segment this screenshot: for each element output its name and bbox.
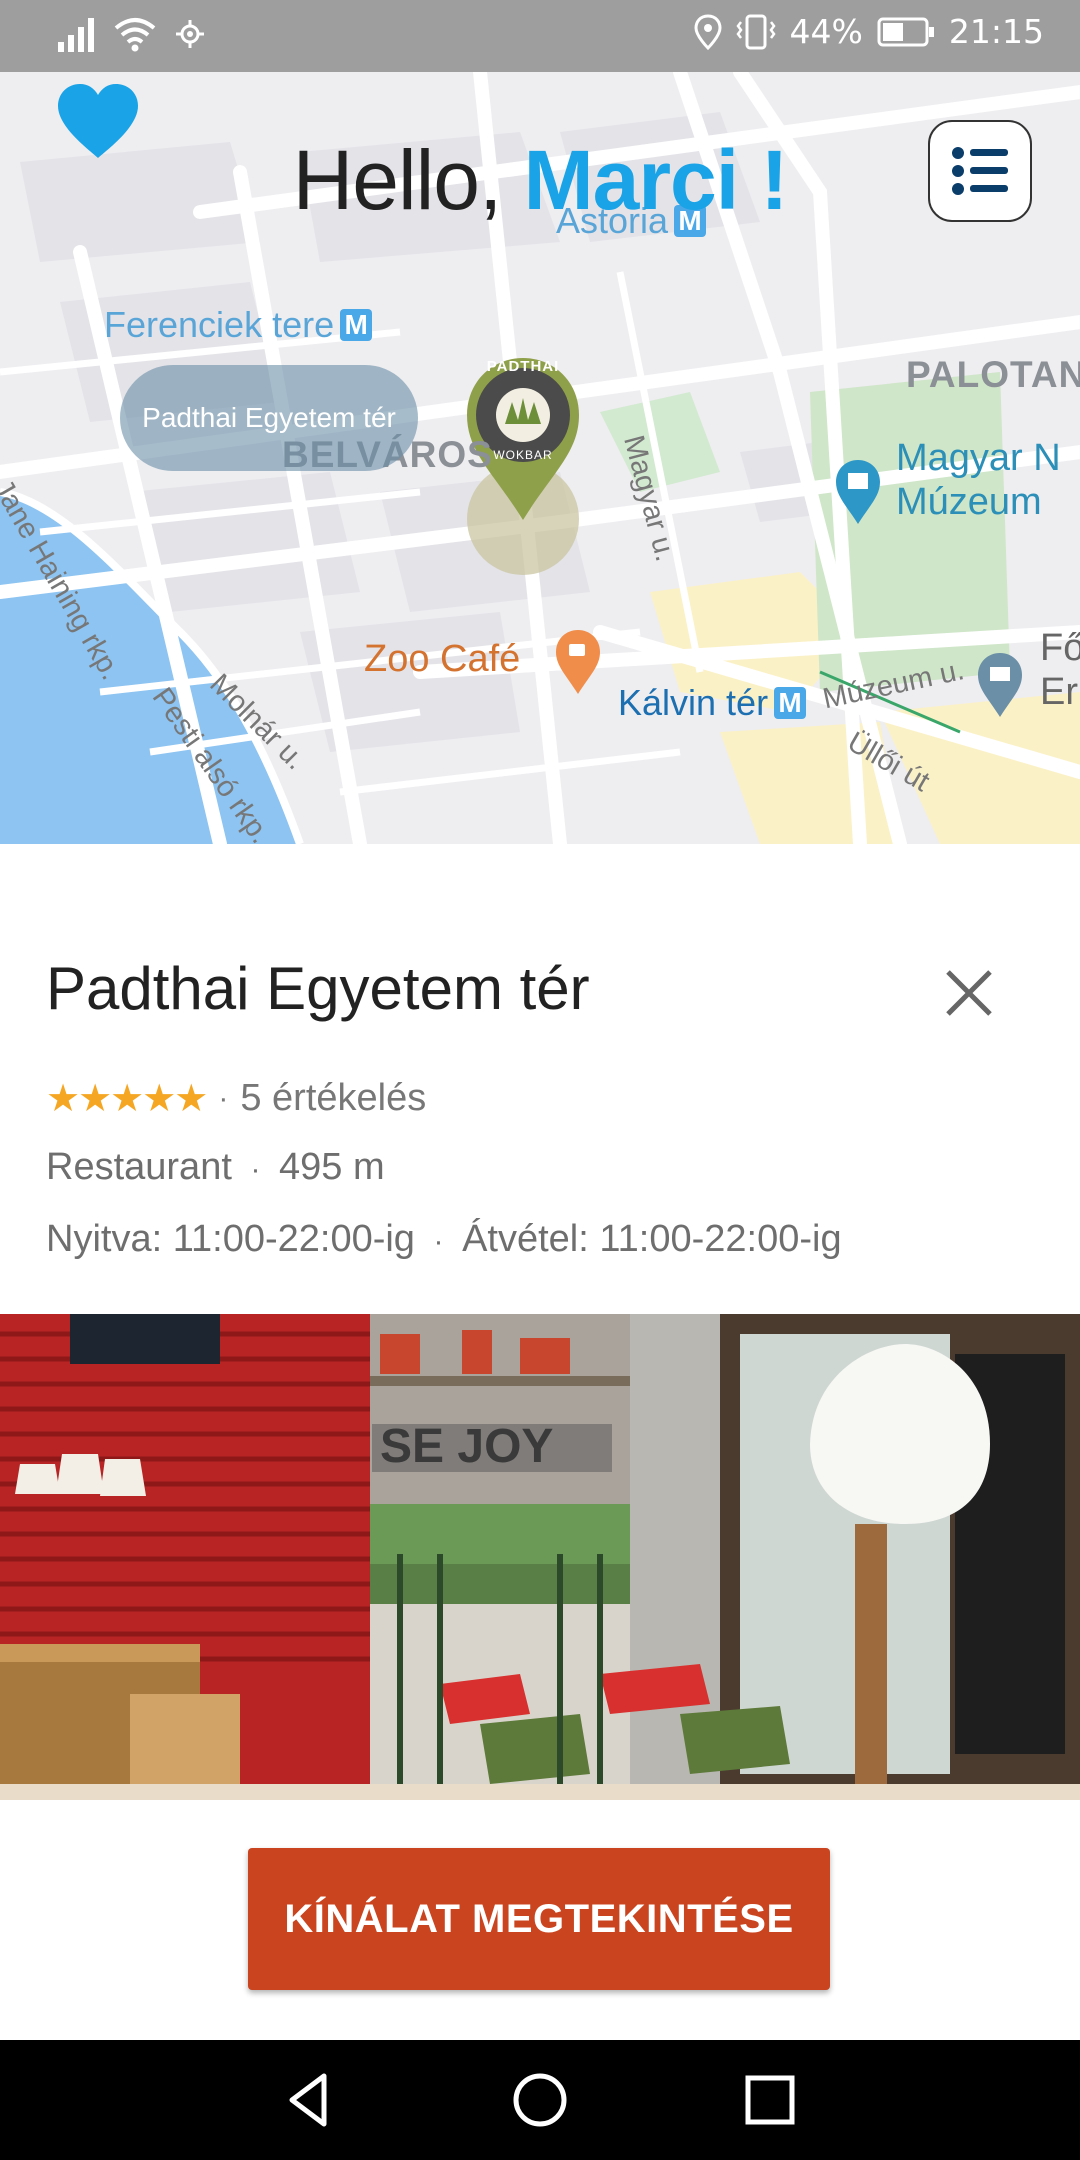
restaurant-photo-illustration: SE JOY: [0, 1314, 1080, 1800]
status-bar: 44% 21:15: [0, 0, 1080, 72]
navigation-bar: [0, 2040, 1080, 2160]
pin-logo-bottom: WOKBAR: [493, 448, 553, 462]
restaurant-photo: SE JOY: [0, 1314, 1080, 1800]
metro-icon: M: [774, 687, 807, 719]
pin-tooltip-text: Padthai Egyetem tér: [142, 402, 396, 433]
signal-icon: [58, 18, 94, 52]
menu-button[interactable]: [928, 120, 1032, 222]
map-label-palotanegyed: PALOTAN: [906, 354, 1080, 395]
battery-percent: 44%: [789, 12, 863, 51]
star-rating: ★★★★★: [46, 1078, 208, 1120]
greeting-prefix: Hello,: [292, 133, 503, 227]
place-name: Padthai Egyetem tér: [46, 955, 590, 1022]
metro-icon: M: [340, 309, 373, 341]
place-details: Padthai Egyetem tér ★★★★★ · 5 értékelés …: [0, 844, 1080, 1314]
user-name: Marci !: [523, 133, 789, 227]
clock: 21:15: [948, 12, 1044, 51]
hours-row: Nyitva: 11:00-22:00-ig · Átvétel: 11:00-…: [46, 1218, 842, 1261]
museum-label-line1: Magyar N: [896, 437, 1061, 479]
status-right: 44% 21:15: [694, 12, 1044, 51]
pickup-hours: Átvétel: 11:00-22:00-ig: [462, 1218, 842, 1260]
separator: ·: [433, 1225, 444, 1258]
ferenciek-label: Ferenciek tere: [104, 304, 335, 345]
separator: ·: [218, 1081, 229, 1115]
recents-icon[interactable]: [740, 2070, 800, 2130]
opening-hours: Nyitva: 11:00-22:00-ig: [46, 1218, 415, 1260]
map-label-kalvin-ter: Kálvin tér M: [618, 682, 807, 724]
kalvin-label: Kálvin tér: [618, 682, 769, 723]
status-left: [58, 16, 206, 52]
library-label-line1: Fő: [1040, 627, 1080, 669]
restaurant-map-pin[interactable]: [467, 286, 579, 450]
map-label-library: Fő Er: [1040, 626, 1080, 714]
category: Restaurant: [46, 1146, 232, 1188]
location-icon: [694, 13, 722, 50]
rating-row: ★★★★★ · 5 értékelés: [46, 1076, 426, 1121]
view-offer-button[interactable]: KÍNÁLAT MEGTEKINTÉSE: [248, 1848, 830, 1990]
back-icon[interactable]: [280, 2070, 340, 2130]
library-label-line2: Er: [1040, 671, 1078, 713]
map-label-museum: Magyar N Múzeum: [896, 436, 1061, 524]
greeting-title: Hello, Marci !: [0, 132, 1080, 229]
list-menu-icon: [952, 147, 1008, 195]
home-icon[interactable]: [510, 2070, 570, 2130]
map-label-ferenciek: Ferenciek tere M: [104, 304, 373, 346]
wifi-icon: [114, 18, 156, 52]
vibrate-icon: [735, 14, 776, 49]
battery-icon: [877, 17, 934, 46]
rating-count: 5 értékelés: [240, 1077, 427, 1119]
photo-sign-text: SE JOY: [380, 1420, 553, 1473]
separator: ·: [250, 1153, 261, 1186]
distance: 495 m: [279, 1146, 385, 1188]
nfc-icon: [176, 20, 204, 48]
category-distance-row: Restaurant · 495 m: [46, 1146, 385, 1189]
close-icon[interactable]: [940, 964, 998, 1022]
map-label-zoo-cafe: Zoo Café: [364, 638, 521, 680]
museum-label-line2: Múzeum: [896, 481, 1042, 523]
pin-tooltip[interactable]: Padthai Egyetem tér: [120, 365, 418, 471]
